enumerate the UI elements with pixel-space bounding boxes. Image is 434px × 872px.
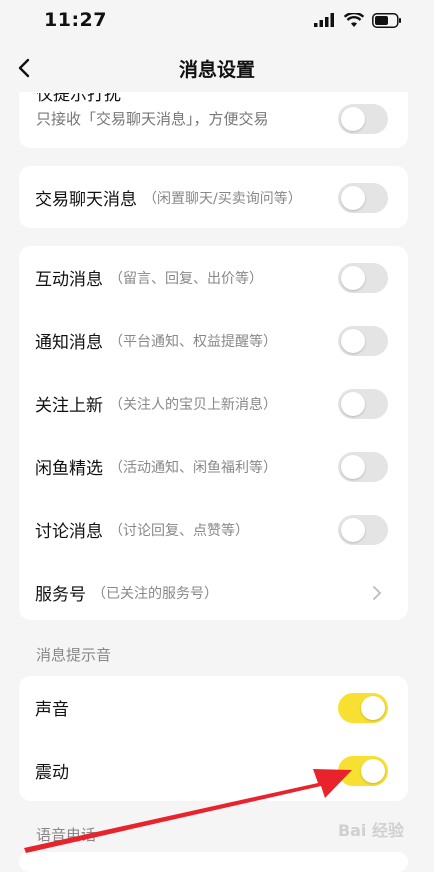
row-title: 闲鱼精选 (35, 459, 103, 479)
row-desc: （闲置聊天/买卖询问等） (143, 190, 302, 207)
row-title: 互动消息 (35, 270, 103, 290)
nav-bar: 消息设置 (0, 40, 434, 96)
section-label-voice: 语音电话 (36, 826, 97, 844)
trade-chat-toggle[interactable] (338, 182, 388, 213)
chevron-left-icon (18, 58, 30, 78)
trade-chat-row: 交易聊天消息 （闲置聊天/买卖询问等） (19, 166, 408, 228)
list-item: 讨论消息 （讨论回复、点赞等） (19, 498, 408, 561)
back-button[interactable] (10, 54, 38, 82)
notification-toggle[interactable] (338, 325, 388, 356)
sound-row: 声音 (19, 676, 408, 739)
status-time: 11:27 (44, 9, 107, 31)
vibration-toggle[interactable] (338, 755, 388, 786)
trade-chat-card: 交易聊天消息 （闲置聊天/买卖询问等） (19, 166, 408, 228)
partial-setting-toggle[interactable] (338, 104, 388, 134)
list-item: 关注上新 （关注人的宝贝上新消息） (19, 372, 408, 435)
battery-icon (372, 12, 401, 28)
row-title: 震动 (35, 763, 69, 783)
list-item: 闲鱼精选 （活动通知、闲鱼福利等） (19, 435, 408, 498)
row-title: 交易聊天消息 (35, 190, 137, 210)
toggle-knob (341, 185, 365, 210)
row-title: 服务号 (35, 585, 86, 605)
discussion-toggle[interactable] (338, 514, 388, 545)
interaction-toggle[interactable] (338, 262, 388, 293)
toggle-knob (341, 107, 365, 131)
list-item: 互动消息 （留言、回复、出价等） (19, 246, 408, 309)
featured-toggle[interactable] (338, 451, 388, 482)
toggle-knob (341, 517, 365, 542)
sound-card: 声音 震动 (19, 676, 408, 801)
chevron-right-icon (372, 585, 382, 604)
row-desc: （关注人的宝贝上新消息） (109, 396, 277, 413)
row-title: 讨论消息 (35, 522, 103, 542)
voice-card (19, 852, 408, 872)
signal-icon (314, 13, 334, 27)
message-types-card: 互动消息 （留言、回复、出价等） 通知消息 （平台通知、权益提醒等） 关注上新 … (19, 246, 408, 620)
toggle-knob (341, 265, 365, 290)
list-item: 通知消息 （平台通知、权益提醒等） (19, 309, 408, 372)
sound-toggle[interactable] (338, 692, 388, 723)
row-title: 关注上新 (35, 396, 103, 416)
row-desc: （平台通知、权益提醒等） (109, 333, 277, 350)
toggle-knob (361, 758, 385, 783)
partial-setting-desc: 只接收「交易聊天消息」，方便交易 (36, 110, 269, 128)
section-label-sound: 消息提示音 (36, 646, 112, 664)
service-account-row[interactable]: 服务号 （已关注的服务号） (19, 561, 408, 620)
row-desc: （活动通知、闲鱼福利等） (109, 459, 277, 476)
toggle-knob (341, 391, 365, 416)
row-desc: （留言、回复、出价等） (109, 270, 263, 287)
row-desc: （已关注的服务号） (92, 585, 218, 602)
toggle-knob (361, 695, 385, 720)
watermark: Bai 经验 (337, 821, 404, 840)
wifi-icon (344, 12, 364, 27)
follow-new-toggle[interactable] (338, 388, 388, 419)
row-desc: （讨论回复、点赞等） (109, 522, 249, 539)
status-bar: 11:27 (0, 0, 434, 40)
row-title: 通知消息 (35, 333, 103, 353)
status-icons (314, 12, 402, 28)
page-title: 消息设置 (178, 58, 255, 81)
toggle-knob (341, 328, 365, 353)
row-title: 声音 (35, 700, 69, 720)
toggle-knob (341, 454, 365, 479)
vibration-row: 震动 (19, 739, 408, 801)
